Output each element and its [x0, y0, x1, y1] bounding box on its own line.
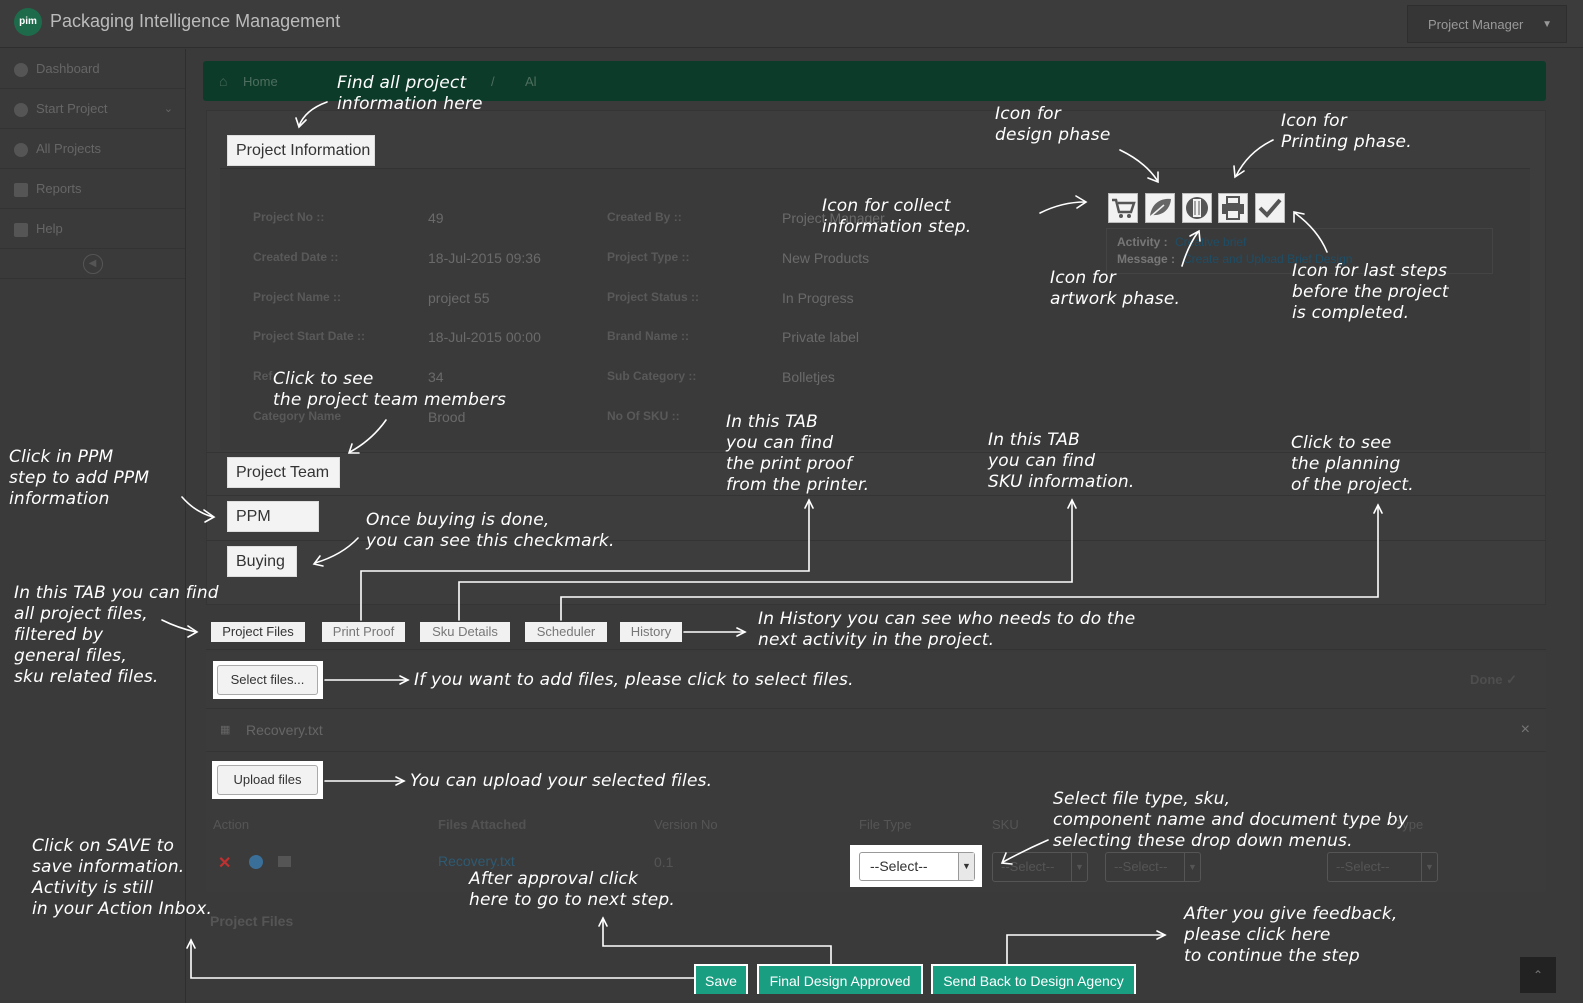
- annotation-dropdowns: Select file type, sku, component name an…: [1053, 789, 1408, 851]
- annotation-history: In History you can see who needs to do t…: [758, 609, 1136, 650]
- annotation-ppm: Click in PPM step to add PPM information: [9, 447, 150, 509]
- annotation-save: Click on SAVE to save information. Activ…: [32, 836, 213, 919]
- annotation-print-tab: In this TAB you can find the print proof…: [726, 412, 870, 495]
- annotation-last-steps: Icon for last steps before the project i…: [1292, 261, 1449, 323]
- annotation-select-files: If you want to add files, please click t…: [414, 670, 854, 690]
- annotation-planning: Click to see the planning of the project…: [1291, 433, 1414, 495]
- annotation-team: Click to see the project team members: [273, 369, 507, 410]
- annotation-upload: You can upload your selected files.: [410, 771, 713, 791]
- annotation-files-tab: In this TAB you can find all project fil…: [14, 583, 219, 687]
- annotation-sku-tab: In this TAB you can find SKU information…: [988, 430, 1135, 492]
- annotation-artwork-icon: Icon for artwork phase.: [1050, 268, 1181, 309]
- annotation-buying: Once buying is done, you can see this ch…: [366, 510, 615, 551]
- annotation-design-icon: Icon for design phase: [995, 104, 1111, 145]
- annotation-printing-icon: Icon for Printing phase.: [1281, 111, 1412, 152]
- annotation-collect-icon: Icon for collect information step.: [822, 196, 972, 237]
- annotation-find-info: Find all project information here: [337, 73, 483, 114]
- annotation-approval: After approval click here to go to next …: [469, 869, 675, 910]
- annotation-feedback: After you give feedback, please click he…: [1184, 904, 1398, 966]
